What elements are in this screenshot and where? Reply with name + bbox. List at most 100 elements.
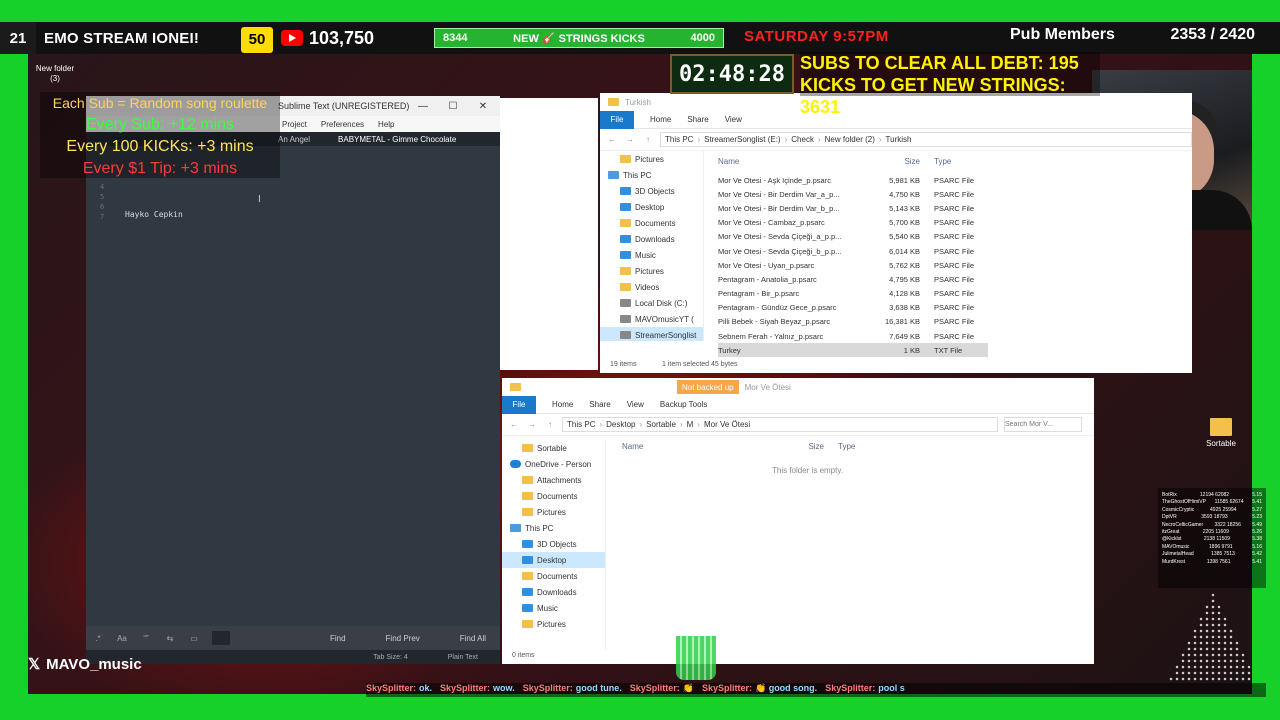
sublime-window[interactable]: Sublime Text (UNREGISTERED) — ☐ ✕ Projec… (86, 96, 500, 664)
crumb[interactable]: This PC (665, 135, 693, 144)
back-icon[interactable]: ← (606, 135, 618, 144)
breadcrumb[interactable]: This PC › StreamerSonglist (E:) › Check › N… (660, 132, 1192, 147)
nav-item[interactable]: 3D Objects (502, 536, 605, 552)
nav-item[interactable]: 3D Objects (600, 183, 703, 199)
file-row[interactable]: Pentagram - Anatolia_p.psarc 4,795 KB PSAR… (718, 272, 988, 286)
ribbon-backup-tools[interactable]: Backup Tools (660, 400, 707, 409)
file-row[interactable]: Turkey 1 KB TXT File (718, 343, 988, 358)
desktop-new-folder[interactable]: New folder (3) (30, 64, 80, 88)
tab-an-angel[interactable]: An Angel (278, 135, 310, 144)
nav-item[interactable]: Sortable (502, 440, 605, 456)
nav-item[interactable]: StreamerSonglist (600, 327, 703, 341)
tab-size[interactable]: Tab Size: 4 (373, 654, 408, 661)
nav-item[interactable]: Pictures (502, 616, 605, 632)
crumb[interactable]: Sortable (646, 420, 676, 429)
find-all-button[interactable]: Find All (460, 634, 486, 643)
wrap-icon[interactable]: ⇆ (158, 634, 182, 643)
nav-item[interactable]: Downloads (502, 584, 605, 600)
nav-item[interactable]: Documents (502, 568, 605, 584)
file-row[interactable]: Mor Ve Otesi - Uyan_p.psarc 5,762 KB PSARC… (718, 258, 988, 272)
nav-item[interactable]: Pictures (502, 504, 605, 520)
ribbon-view[interactable]: View (627, 400, 644, 409)
tab-gimme-chocolate[interactable]: BABYMETAL - Gimme Chocolate (338, 135, 456, 144)
file-size: 1 KB (903, 345, 920, 355)
find-input[interactable] (212, 631, 230, 645)
ribbon-view[interactable]: View (725, 115, 742, 124)
crumb[interactable]: Desktop (606, 420, 635, 429)
up-icon[interactable]: ↑ (642, 135, 654, 144)
back-icon[interactable]: ← (508, 420, 520, 429)
ribbon-share[interactable]: Share (589, 400, 610, 409)
whole-word-icon[interactable]: “” (134, 634, 158, 643)
find-button[interactable]: Find (330, 634, 346, 643)
file-row[interactable]: Mor Ve Otesi - Sevda Çiçeği_a_p.p... 5,54… (718, 230, 988, 244)
forward-icon[interactable]: → (526, 420, 538, 429)
crumb[interactable]: Check (791, 135, 814, 144)
explorer-morveotesi-window[interactable]: Not backed up Mor Ve Ötesi File Home Sha… (502, 378, 1094, 664)
nav-item[interactable]: Downloads (600, 231, 703, 247)
file-row[interactable]: Pentagram - Gündüz Gece_p.psarc 3,638 KB P… (718, 301, 988, 315)
folder-icon (608, 98, 619, 106)
nav-item[interactable]: Documents (502, 488, 605, 504)
crumb[interactable]: Turkish (886, 135, 912, 144)
forward-icon[interactable]: → (624, 135, 636, 144)
col-name[interactable]: Name (622, 442, 772, 451)
not-backed-up-badge[interactable]: Not backed up (677, 380, 739, 394)
crumb[interactable]: New folder (2) (825, 135, 875, 144)
col-size[interactable]: Size (772, 442, 832, 451)
ribbon-home[interactable]: Home (552, 400, 573, 409)
regex-icon[interactable]: .* (86, 634, 110, 643)
file-row[interactable]: Mor Ve Otesi - Cambaz_p.psarc 5,700 KB PSA… (718, 216, 988, 230)
file-name: Pentagram - Bir_p.psarc (718, 289, 800, 299)
find-prev-button[interactable]: Find Prev (386, 634, 420, 643)
crumb[interactable]: Mor Ve Ötesi (704, 420, 750, 429)
col-type[interactable]: Type (928, 157, 988, 166)
nav-item[interactable]: MAVOmusicYT ( (600, 311, 703, 327)
col-type[interactable]: Type (832, 442, 892, 451)
crumb[interactable]: StreamerSonglist (E:) (704, 135, 780, 144)
nav-item[interactable]: Pictures (600, 151, 703, 167)
nav-item[interactable]: This PC (502, 520, 605, 536)
nav-item[interactable]: Desktop (600, 199, 703, 215)
file-row[interactable]: Sebnem Ferah - Yalnız_p.psarc 7,649 KB PSA… (718, 329, 988, 343)
file-row[interactable]: Mor Ve Otesi - Bir Derdim Var_a_p... 4,75… (718, 187, 988, 201)
close-icon[interactable]: ✕ (468, 96, 498, 116)
syntax-mode[interactable]: Plain Text (448, 654, 478, 661)
file-row[interactable]: Pentagram - Bir_p.psarc 4,128 KB PSARC Fil… (718, 287, 988, 301)
desktop-sortable-folder[interactable]: Sortable (1200, 416, 1242, 458)
file-row[interactable]: Mor Ve Otesi - Aşk Içinde_p.psarc 5,981 K… (718, 173, 988, 187)
file-row[interactable]: Mor Ve Otesi - Bir Derdim Var_b_p... 5,14… (718, 201, 988, 215)
up-icon[interactable]: ↑ (544, 420, 556, 429)
breadcrumb[interactable]: This PC › Desktop › Sortable › M › Mor Ve Öt… (562, 417, 998, 432)
nav-item[interactable]: Documents (600, 215, 703, 231)
file-row[interactable]: Mor Ve Otesi - Sevda Çiçeği_b_p.p... 6,01… (718, 244, 988, 258)
menu-project[interactable]: Project (282, 120, 307, 129)
ribbon-file[interactable]: File (600, 110, 634, 129)
crumb[interactable]: This PC (567, 420, 595, 429)
selection-icon[interactable]: ▭ (182, 634, 206, 643)
nav-item[interactable]: Music (502, 600, 605, 616)
maximize-icon[interactable]: ☐ (438, 96, 468, 116)
nav-item[interactable]: Local Disk (C:) (600, 295, 703, 311)
ribbon-share[interactable]: Share (687, 115, 708, 124)
crumb[interactable]: M (687, 420, 694, 429)
col-size[interactable]: Size (868, 157, 928, 166)
menu-preferences[interactable]: Preferences (321, 120, 364, 129)
ribbon-home[interactable]: Home (650, 115, 671, 124)
col-name[interactable]: Name (718, 157, 868, 166)
menu-help[interactable]: Help (378, 120, 394, 129)
nav-item[interactable]: Music (600, 247, 703, 263)
code-line[interactable]: Hayko Cepkin (125, 210, 183, 219)
minimize-icon[interactable]: — (408, 96, 438, 116)
nav-item[interactable]: Desktop (502, 552, 605, 568)
ribbon-file[interactable]: File (502, 395, 536, 414)
file-row[interactable]: Pilli Bebek - Siyah Beyaz_p.psarc 16,381 … (718, 315, 988, 329)
nav-item[interactable]: Attachments (502, 472, 605, 488)
search-input[interactable] (1004, 417, 1082, 432)
nav-item[interactable]: Videos (600, 279, 703, 295)
case-icon[interactable]: Aa (110, 634, 134, 643)
explorer-turkish-window[interactable]: Turkish File Home Share View ← → ↑ This … (600, 93, 1192, 373)
nav-item[interactable]: Pictures (600, 263, 703, 279)
nav-item[interactable]: This PC (600, 167, 703, 183)
nav-item[interactable]: OneDrive - Person (502, 456, 605, 472)
